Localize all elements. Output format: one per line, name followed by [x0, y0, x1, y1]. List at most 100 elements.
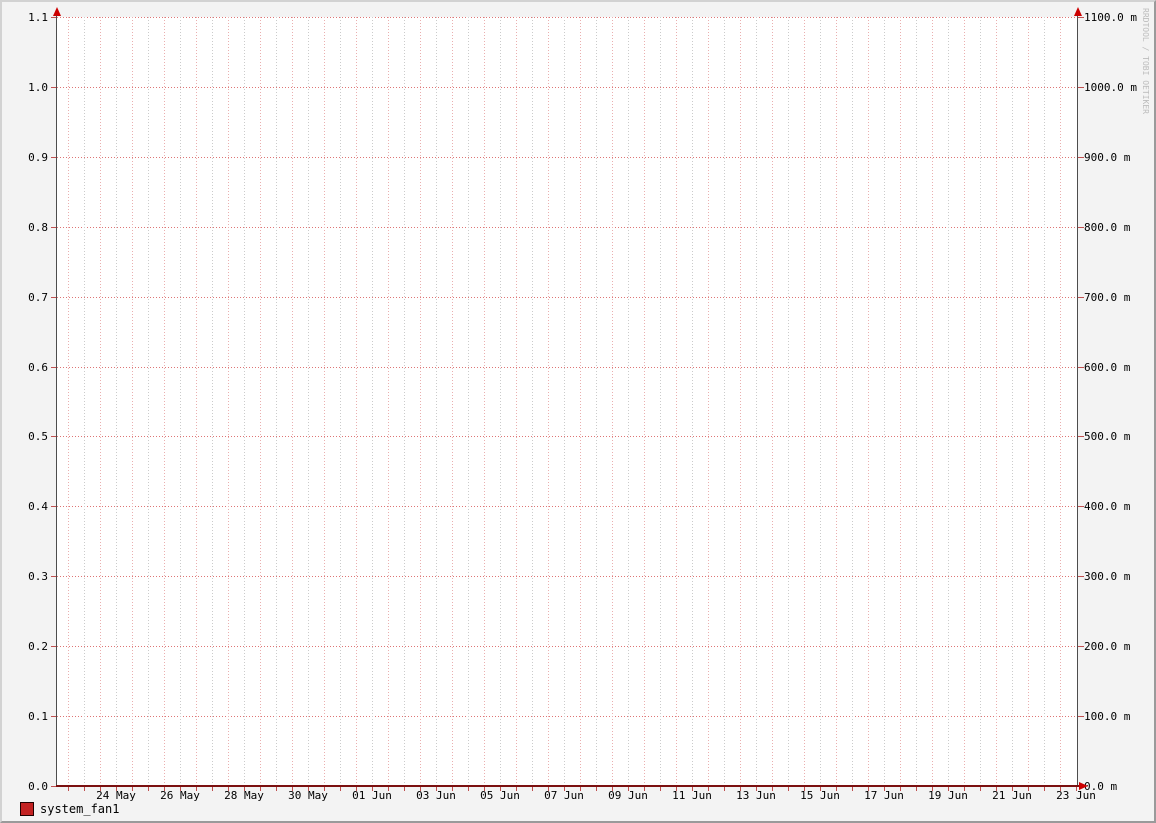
- y-axis-right-tick-label: 400.0 m: [1084, 500, 1131, 513]
- gridline-day: [484, 17, 485, 786]
- gridline-12h: [564, 17, 565, 786]
- gridline-12h: [852, 17, 853, 786]
- gridline-12h: [948, 17, 949, 786]
- gridline-day: [964, 17, 965, 786]
- gridline-12h: [788, 17, 789, 786]
- gridline-horizontal: [57, 506, 1077, 507]
- x-axis-tick-label: 24 May: [96, 789, 136, 802]
- gridline-horizontal: [57, 716, 1077, 717]
- gridline-day: [164, 17, 165, 786]
- gridline-12h: [820, 17, 821, 786]
- gridline-12h: [148, 17, 149, 786]
- gridline-12h: [404, 17, 405, 786]
- gridline-12h: [596, 17, 597, 786]
- y-axis-right-tick-label: 100.0 m: [1084, 710, 1131, 723]
- x-axis-tick-label: 03 Jun: [416, 789, 456, 802]
- gridline-day: [836, 17, 837, 786]
- x-axis-tick-label: 11 Jun: [672, 789, 712, 802]
- x-axis-tick-label: 26 May: [160, 789, 200, 802]
- x-axis-tick-label: 09 Jun: [608, 789, 648, 802]
- gridline-horizontal: [57, 157, 1077, 158]
- gridline-12h: [308, 17, 309, 786]
- y-axis-left-line: [56, 15, 57, 786]
- gridline-12h: [980, 17, 981, 786]
- gridline-day: [1060, 17, 1061, 786]
- gridline-12h: [1044, 17, 1045, 786]
- y-axis-left-tick-label: 0.7: [28, 291, 48, 304]
- plot-canvas: [57, 17, 1077, 786]
- y-axis-right-arrow-icon: [1074, 7, 1082, 16]
- x-axis-tick-label: 13 Jun: [736, 789, 776, 802]
- gridline-day: [676, 17, 677, 786]
- gridline-12h: [628, 17, 629, 786]
- gridline-12h: [532, 17, 533, 786]
- y-axis-left-tick-label: 1.0: [28, 81, 48, 94]
- y-axis-right-tick-label: 500.0 m: [1084, 430, 1131, 443]
- y-axis-left-tick-label: 0.0: [28, 780, 48, 793]
- gridline-horizontal: [57, 436, 1077, 437]
- x-axis-data-line: [56, 785, 1079, 787]
- gridline-day: [868, 17, 869, 786]
- y-axis-left-tick-label: 0.3: [28, 570, 48, 583]
- gridline-12h: [180, 17, 181, 786]
- x-axis-tick-label: 30 May: [288, 789, 328, 802]
- x-axis-tick-label: 07 Jun: [544, 789, 584, 802]
- gridline-day: [388, 17, 389, 786]
- gridline-day: [900, 17, 901, 786]
- x-axis-tick-label: 28 May: [224, 789, 264, 802]
- y-axis-right-tick-label: 800.0 m: [1084, 221, 1131, 234]
- gridline-day: [932, 17, 933, 786]
- gridline-day: [68, 17, 69, 786]
- y-axis-left-tick-label: 0.9: [28, 151, 48, 164]
- gridline-12h: [84, 17, 85, 786]
- gridline-horizontal: [57, 17, 1077, 18]
- gridline-horizontal: [57, 227, 1077, 228]
- rrdtool-watermark: RRDTOOL / TOBI OETIKER: [1141, 8, 1150, 114]
- gridline-12h: [756, 17, 757, 786]
- gridline-12h: [244, 17, 245, 786]
- x-axis-tick-label: 15 Jun: [800, 789, 840, 802]
- gridline-day: [772, 17, 773, 786]
- y-axis-left-tick-label: 0.1: [28, 710, 48, 723]
- gridline-day: [292, 17, 293, 786]
- gridline-12h: [212, 17, 213, 786]
- x-axis-tick-label: 05 Jun: [480, 789, 520, 802]
- gridline-day: [452, 17, 453, 786]
- y-axis-left-tick-label: 0.2: [28, 640, 48, 653]
- gridline-12h: [1012, 17, 1013, 786]
- gridline-day: [260, 17, 261, 786]
- y-axis-right-tick-label: 700.0 m: [1084, 291, 1131, 304]
- legend-swatch-system-fan1: [20, 802, 34, 816]
- y-axis-right-tick-label: 200.0 m: [1084, 640, 1131, 653]
- y-axis-left-tick-label: 0.5: [28, 430, 48, 443]
- gridline-12h: [340, 17, 341, 786]
- gridline-12h: [436, 17, 437, 786]
- gridline-day: [324, 17, 325, 786]
- gridline-horizontal: [57, 646, 1077, 647]
- gridline-day: [708, 17, 709, 786]
- y-axis-left-tick-label: 0.8: [28, 221, 48, 234]
- gridline-12h: [500, 17, 501, 786]
- gridline-day: [356, 17, 357, 786]
- gridline-day: [612, 17, 613, 786]
- gridline-12h: [884, 17, 885, 786]
- y-axis-left-tick-label: 1.1: [28, 11, 48, 24]
- y-axis-right-tick-label: 600.0 m: [1084, 361, 1131, 374]
- x-axis-tick-label: 21 Jun: [992, 789, 1032, 802]
- gridline-horizontal: [57, 87, 1077, 88]
- gridline-12h: [916, 17, 917, 786]
- gridline-12h: [692, 17, 693, 786]
- x-axis-tick: [68, 787, 69, 791]
- gridline-day: [100, 17, 101, 786]
- y-axis-right-line: [1077, 15, 1078, 786]
- gridline-day: [996, 17, 997, 786]
- gridline-day: [548, 17, 549, 786]
- gridline-day: [804, 17, 805, 786]
- x-axis-tick-label: 01 Jun: [352, 789, 392, 802]
- x-axis-tick-label: 17 Jun: [864, 789, 904, 802]
- y-axis-right-tick-label: 900.0 m: [1084, 151, 1131, 164]
- gridline-12h: [116, 17, 117, 786]
- gridline-day: [740, 17, 741, 786]
- y-axis-left-tick-label: 0.4: [28, 500, 48, 513]
- gridline-day: [580, 17, 581, 786]
